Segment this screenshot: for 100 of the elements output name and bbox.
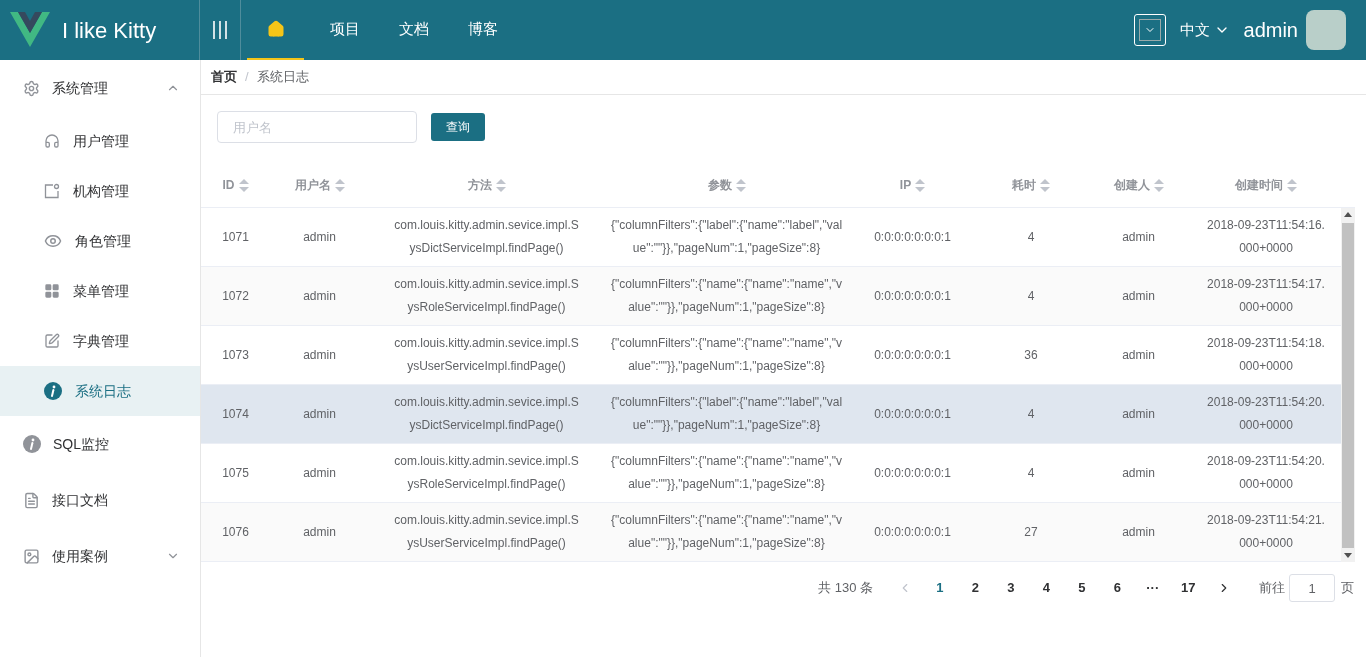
page-number[interactable]: 6 xyxy=(1099,578,1135,598)
table-cell-text: admin xyxy=(1122,287,1155,305)
avatar-photo-placeholder[interactable] xyxy=(1306,10,1346,50)
table-cell-text: admin xyxy=(303,287,336,305)
table-cell-text: 1071 xyxy=(222,228,249,246)
table-cell-text: 0:0:0:0:0:0:0:1 xyxy=(874,523,951,541)
table-cell-text: {"columnFilters":{"name":{"name":"name","value":""}},"pageNum":1,"pageSize":8} xyxy=(610,276,843,316)
table-cell-text: 0:0:0:0:0:0:0:1 xyxy=(874,405,951,423)
app-title: I like Kitty xyxy=(62,16,157,45)
table-cell-text: admin xyxy=(303,228,336,246)
table-cell-text: 4 xyxy=(1027,405,1035,423)
table-cell-text: com.louis.kitty.admin.sevice.impl.SysRoleServiceImpl.findPage() xyxy=(393,453,580,493)
page-number[interactable]: 3 xyxy=(993,578,1029,598)
table-cell-text: admin xyxy=(303,523,336,541)
table-cell-text: 4 xyxy=(1027,464,1035,482)
eye-icon xyxy=(44,232,62,250)
table-cell-text: {"columnFilters":{"name":{"name":"name","value":""}},"pageNum":1,"pageSize":8} xyxy=(610,335,843,375)
table-cell-text: 4 xyxy=(1027,228,1035,246)
info-icon xyxy=(23,435,41,453)
nav-tab[interactable]: 文档 xyxy=(385,0,442,60)
gear-icon xyxy=(23,79,40,97)
table-cell-text: com.louis.kitty.admin.sevice.impl.SysDictServiceImpl.findPage() xyxy=(393,217,580,257)
total-count: 共 130 条 xyxy=(818,579,873,598)
page-unit: 页 xyxy=(1341,579,1354,598)
table-cell-text: 4 xyxy=(1027,287,1035,305)
table-cell-text: 2018-09-23T11:54:16.000+0000 xyxy=(1206,217,1326,257)
table-cell-text: 1072 xyxy=(222,287,249,305)
breadcrumb-separator: / xyxy=(245,68,249,87)
table-cell-text: admin xyxy=(303,346,336,364)
table-cell-text: admin xyxy=(1122,228,1155,246)
table-cell-text: com.louis.kitty.admin.sevice.impl.SysUserServiceImpl.findPage() xyxy=(393,512,580,552)
query-button[interactable]: 查询 xyxy=(431,113,485,141)
table-row[interactable] xyxy=(201,503,1341,562)
sidebar-item[interactable]: 机构管理 xyxy=(0,166,200,216)
page-number[interactable]: 2 xyxy=(957,578,993,598)
nav-tab[interactable]: 项目 xyxy=(316,0,373,60)
sidebar-item[interactable]: 字典管理 xyxy=(0,316,200,366)
sidebar-item[interactable]: 系统管理 xyxy=(0,60,200,116)
scroll-up-icon[interactable] xyxy=(1344,212,1352,217)
table-cell-text: admin xyxy=(1122,523,1155,541)
table-cell-text: 27 xyxy=(1024,523,1038,541)
table-cell-text: {"columnFilters":{"name":{"name":"name","value":""}},"pageNum":1,"pageSize":8} xyxy=(610,453,843,493)
page-field[interactable]: 1 xyxy=(1289,574,1335,602)
table-cell-text: {"columnFilters":{"label":{"name":"label","value":""}},"pageNum":1,"pageSize":8} xyxy=(610,217,843,257)
table-cell-text: 2018-09-23T11:54:21.000+0000 xyxy=(1206,512,1326,552)
sidebar-item[interactable]: 用户管理 xyxy=(0,116,200,166)
image-icon xyxy=(23,547,40,565)
table-cell-text: admin xyxy=(303,464,336,482)
frame-icon xyxy=(44,183,60,199)
table-cell-text: 0:0:0:0:0:0:0:1 xyxy=(874,346,951,364)
table-cell-text: 1075 xyxy=(222,464,249,482)
document-icon xyxy=(23,491,40,509)
table-cell-text: 1076 xyxy=(222,523,249,541)
user-name[interactable]: admin xyxy=(1243,15,1298,45)
sidebar-item[interactable]: 使用案例 xyxy=(0,528,200,584)
sidebar-item[interactable]: SQL监控 xyxy=(0,416,200,472)
page-number[interactable]: 17 xyxy=(1170,578,1206,598)
grid-icon xyxy=(44,283,60,299)
logo-icon xyxy=(10,12,50,48)
table-cell-text: 2018-09-23T11:54:18.000+0000 xyxy=(1206,335,1326,375)
username-field[interactable]: 用户名 xyxy=(217,111,417,143)
home-icon xyxy=(266,20,285,38)
table-cell-text: admin xyxy=(1122,346,1155,364)
table-row[interactable] xyxy=(201,385,1341,444)
table-cell-text: 36 xyxy=(1024,346,1038,364)
sidebar-item[interactable]: 角色管理 xyxy=(0,216,200,266)
page-number[interactable]: ··· xyxy=(1135,578,1171,598)
page-number[interactable]: 4 xyxy=(1028,578,1064,598)
breadcrumb-link[interactable]: 系统日志 xyxy=(256,67,309,87)
table-cell-text: 1074 xyxy=(222,405,249,423)
sidebar-item[interactable]: 接口文档 xyxy=(0,472,200,528)
page-number[interactable]: 1 xyxy=(922,578,958,598)
table-cell-text: 1073 xyxy=(222,346,249,364)
table-cell-text: 2018-09-23T11:54:20.000+0000 xyxy=(1206,453,1326,493)
table-cell-text: {"columnFilters":{"label":{"name":"label","value":""}},"pageNum":1,"pageSize":8} xyxy=(610,394,843,434)
table-cell-text: admin xyxy=(1122,464,1155,482)
table-cell-text: admin xyxy=(1122,405,1155,423)
headset-icon xyxy=(44,133,60,149)
dropdown-button[interactable] xyxy=(1133,14,1166,46)
scrollbar-thumb[interactable] xyxy=(1342,222,1354,548)
table-cell-text: {"columnFilters":{"name":{"name":"name","value":""}},"pageNum":1,"pageSize":8} xyxy=(610,512,843,552)
scrollbar[interactable] xyxy=(1341,208,1355,562)
scroll-down-icon[interactable] xyxy=(1344,553,1352,558)
table-cell-text: admin xyxy=(303,405,336,423)
table-row[interactable] xyxy=(201,267,1341,326)
table-cell-text: com.louis.kitty.admin.sevice.impl.SysRoleServiceImpl.findPage() xyxy=(393,276,580,316)
menu-icon xyxy=(212,20,228,40)
table-cell-text: com.louis.kitty.admin.sevice.impl.SysDictServiceImpl.findPage() xyxy=(393,394,580,434)
table-cell-text: 0:0:0:0:0:0:0:1 xyxy=(874,228,951,246)
nav-tab[interactable]: 博客 xyxy=(454,0,511,60)
breadcrumb-link[interactable]: 首页 xyxy=(211,67,237,87)
language-dropdown[interactable]: 中文 xyxy=(1179,18,1230,42)
page-number[interactable]: 5 xyxy=(1064,578,1100,598)
table-cell-text: 0:0:0:0:0:0:0:1 xyxy=(874,464,951,482)
sidebar-item[interactable]: 系统日志 xyxy=(0,366,200,416)
table-cell-text: 2018-09-23T11:54:17.000+0000 xyxy=(1206,276,1326,316)
table-cell-text: 0:0:0:0:0:0:0:1 xyxy=(874,287,951,305)
sidebar-item[interactable]: 菜单管理 xyxy=(0,266,200,316)
table-cell-text: 2018-09-23T11:54:20.000+0000 xyxy=(1206,394,1326,434)
goto-label: 前往 xyxy=(1259,579,1285,598)
